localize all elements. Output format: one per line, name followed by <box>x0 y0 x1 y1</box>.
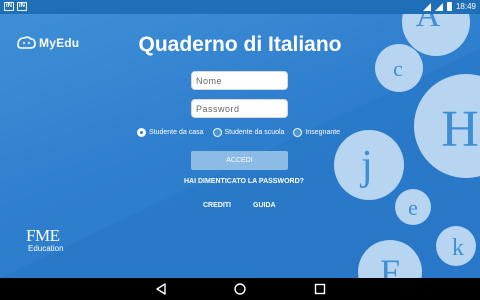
battery-icon <box>446 2 452 11</box>
fme-logo-subtext: Education <box>28 244 64 253</box>
myedu-logo: MyEdu <box>16 36 79 50</box>
myedu-logo-icon <box>17 36 36 49</box>
decor-letter: e <box>408 195 418 220</box>
radio-label: Insegnante <box>305 129 341 136</box>
radio-studente-da-scuola[interactable]: Studente da scuola <box>212 128 285 137</box>
status-right: 18:49 <box>422 2 476 11</box>
fme-education-logo: FME Education <box>26 226 64 253</box>
radio-insegnante[interactable]: Insegnante <box>293 128 340 137</box>
status-bar: IN IN 18:49 <box>0 0 480 14</box>
navigation-bar <box>0 278 480 300</box>
radio-label: Studente da casa <box>149 129 204 136</box>
forgot-password-link[interactable]: HAI DIMENTICATO LA PASSWORD? <box>184 178 304 185</box>
login-button[interactable]: ACCEDI <box>191 151 288 170</box>
notification-icon: IN <box>4 2 14 11</box>
home-icon[interactable] <box>233 282 247 296</box>
decor-letter: c <box>393 56 403 81</box>
decor-letter: A <box>416 14 441 34</box>
fme-logo-text: FME <box>26 226 60 245</box>
radio-label: Studente da scuola <box>224 129 285 136</box>
logo-text: MyEdu <box>39 36 80 50</box>
signal-icon <box>434 2 443 11</box>
login-screen: A c H j e k F MyEdu Quaderno di Italiano… <box>0 14 480 278</box>
radio-unchecked-icon <box>212 128 222 137</box>
name-input[interactable] <box>191 71 288 90</box>
recents-icon[interactable] <box>313 282 327 296</box>
guide-link[interactable]: GUIDA <box>253 202 276 209</box>
decor-letter: H <box>441 101 479 158</box>
radio-studente-da-casa[interactable]: Studente da casa <box>137 128 204 137</box>
radio-unchecked-icon <box>293 128 303 137</box>
role-selector: Studente da casa Studente da scuola Inse… <box>137 128 349 137</box>
decor-letter: k <box>452 235 464 261</box>
clock: 18:49 <box>455 2 476 11</box>
credits-link[interactable]: CREDITI <box>203 202 231 209</box>
password-input[interactable] <box>191 99 288 118</box>
radio-checked-icon <box>137 128 146 137</box>
notification-icon: IN <box>17 2 27 11</box>
status-left: IN IN <box>4 2 27 11</box>
page-title: Quaderno di Italiano <box>138 33 342 56</box>
decor-letter: j <box>359 143 373 189</box>
wifi-icon <box>422 2 431 11</box>
decor-letter: F <box>380 252 400 278</box>
back-icon[interactable] <box>154 282 168 296</box>
